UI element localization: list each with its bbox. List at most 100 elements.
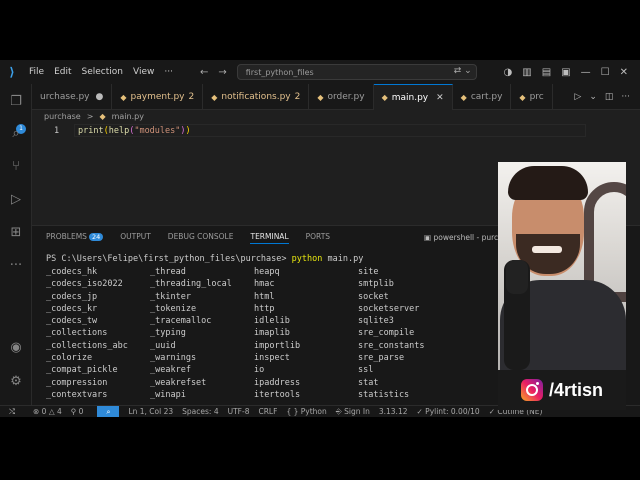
tab-notifications[interactable]: ◆ notifications.py 2 bbox=[203, 84, 310, 110]
python-version[interactable]: 3.13.12 bbox=[379, 407, 408, 416]
module-name: site bbox=[358, 267, 379, 277]
back-arrow-icon[interactable]: ← bbox=[200, 67, 208, 78]
terminal-instance[interactable]: ▣ powershell - purch bbox=[424, 233, 503, 242]
indentation[interactable]: Spaces: 4 bbox=[182, 407, 218, 416]
tab-order[interactable]: ◆ order.py bbox=[309, 84, 374, 110]
more-views-icon[interactable]: ··· bbox=[8, 258, 24, 274]
problems-status[interactable]: ⊗ 0 △ 4 bbox=[33, 407, 62, 416]
explorer-icon[interactable]: ❐ bbox=[8, 94, 24, 110]
breadcrumb-file[interactable]: main.py bbox=[112, 112, 144, 121]
module-name: _codecs_hk bbox=[46, 267, 98, 277]
line-ending[interactable]: CRLF bbox=[258, 407, 277, 416]
module-name: heapq bbox=[254, 267, 280, 277]
sidebar-toggle-icon[interactable]: ▣ bbox=[561, 67, 570, 78]
module-name: socket bbox=[358, 291, 389, 302]
panel-toggle-icon[interactable]: ▤ bbox=[542, 67, 551, 78]
maximize-icon[interactable]: ☐ bbox=[601, 67, 610, 78]
forward-arrow-icon[interactable]: → bbox=[218, 67, 226, 78]
tab-output[interactable]: OUTPUT bbox=[120, 232, 151, 244]
tab-cart[interactable]: ◆ cart.py bbox=[453, 84, 512, 110]
menu-more-icon[interactable]: ··· bbox=[159, 60, 178, 84]
menu-edit[interactable]: Edit bbox=[49, 60, 76, 84]
module-name: _tokenize bbox=[150, 303, 197, 314]
person-hair bbox=[508, 166, 588, 200]
tab-ports[interactable]: PORTS bbox=[306, 232, 330, 244]
settings-gear-icon[interactable]: ⚙ bbox=[8, 374, 24, 390]
account-icon[interactable]: ◉ bbox=[8, 340, 24, 356]
module-name: socketserver bbox=[358, 303, 420, 314]
window-controls: ◑ ▥ ▤ ▣ — ☐ ✕ bbox=[504, 60, 640, 84]
command-center-search[interactable]: first_python_files ⇄ ⌄ bbox=[236, 64, 477, 80]
search-text: first_python_files bbox=[245, 67, 314, 77]
cursor-position[interactable]: Ln 1, Col 23 bbox=[128, 407, 173, 416]
tab-main[interactable]: ◆ main.py ✕ bbox=[373, 84, 453, 110]
module-name: stat bbox=[358, 377, 379, 388]
menu-file[interactable]: File bbox=[24, 60, 49, 84]
module-name: ipaddress bbox=[254, 377, 301, 388]
minimize-icon[interactable]: — bbox=[581, 67, 591, 78]
module-name: _codecs_iso2022 bbox=[46, 279, 123, 290]
menu-bar: File Edit Selection View ··· bbox=[24, 60, 178, 84]
remote-icon[interactable]: ⤭ bbox=[0, 405, 24, 417]
extensions-icon[interactable]: ⊞ bbox=[8, 225, 24, 241]
module-list: _codecs_hk _thread heapq site _codecs_iso202… bbox=[46, 266, 506, 401]
tab-problems[interactable]: PROBLEMS 24 bbox=[46, 232, 104, 244]
breadcrumb-separator: > bbox=[86, 112, 94, 121]
module-name: inspect bbox=[254, 353, 290, 364]
python-file-icon: ◆ bbox=[460, 92, 467, 102]
code-line[interactable]: print(help("modules")) bbox=[78, 126, 191, 136]
webcam-video bbox=[498, 162, 626, 370]
module-name: _uuid bbox=[150, 340, 176, 351]
split-editor-icon[interactable]: ◫ bbox=[605, 92, 614, 102]
module-name: _thread bbox=[150, 267, 186, 277]
module-name: http bbox=[254, 303, 275, 314]
letterbox-bottom bbox=[0, 417, 640, 480]
tab-debug-console[interactable]: DEBUG CONSOLE bbox=[168, 232, 234, 244]
menu-selection[interactable]: Selection bbox=[77, 60, 128, 84]
tab-payment[interactable]: ◆ payment.py 2 bbox=[112, 84, 204, 110]
more-actions-icon[interactable]: ··· bbox=[621, 92, 630, 102]
module-name: _tracemalloc bbox=[150, 316, 212, 327]
tab-terminal[interactable]: TERMINAL bbox=[250, 232, 289, 244]
menu-view[interactable]: View bbox=[128, 60, 159, 84]
sign-in[interactable]: ⎆ Sign In bbox=[336, 407, 370, 417]
tab-purchase[interactable]: urchase.py ● bbox=[32, 84, 113, 110]
close-icon[interactable]: ✕ bbox=[620, 67, 628, 78]
tab-prc[interactable]: ◆ prc bbox=[511, 84, 553, 110]
module-name: _collections_abc bbox=[46, 340, 128, 351]
module-name: _compression bbox=[46, 377, 108, 388]
breadcrumb-folder[interactable]: purchase bbox=[44, 112, 81, 121]
chat-icon[interactable]: ⇄ ⌄ bbox=[454, 66, 472, 76]
module-name: _typing bbox=[150, 328, 186, 339]
module-name: _collections bbox=[46, 328, 108, 339]
microphone bbox=[504, 260, 530, 370]
module-name: itertools bbox=[254, 389, 301, 400]
module-name: _winapi bbox=[150, 389, 186, 400]
python-file-icon: ◆ bbox=[99, 112, 106, 121]
breadcrumb: purchase > ◆ main.py bbox=[44, 112, 144, 121]
tab-close-icon[interactable]: ✕ bbox=[436, 93, 444, 103]
module-name: io bbox=[254, 365, 265, 376]
run-dropdown-icon[interactable]: ⌄ bbox=[589, 92, 597, 102]
line-number: 1 bbox=[54, 126, 60, 136]
module-name: sre_compile bbox=[358, 328, 415, 339]
ports-status[interactable]: ⚲ 0 bbox=[71, 407, 84, 416]
vscode-logo-icon: ⟩ bbox=[9, 65, 15, 79]
copilot-icon[interactable]: ◑ bbox=[504, 67, 513, 78]
person-smile bbox=[532, 246, 562, 253]
panel-tabs: PROBLEMS 24 OUTPUT DEBUG CONSOLE TERMINAL… bbox=[46, 232, 330, 244]
module-name: _codecs_kr bbox=[46, 303, 98, 314]
source-control-icon[interactable]: ⑂ bbox=[8, 159, 24, 175]
run-file-icon[interactable]: ▷ bbox=[574, 92, 581, 102]
search-icon[interactable]: ⌕ bbox=[8, 126, 24, 142]
module-name: _colorize bbox=[46, 353, 93, 364]
language-mode[interactable]: { } Python bbox=[286, 407, 326, 416]
module-name: _contextvars bbox=[46, 389, 108, 400]
layout-icon[interactable]: ▥ bbox=[522, 67, 531, 78]
terminal-output[interactable]: PS C:\Users\Felipe\first_python_files\pu… bbox=[46, 254, 506, 401]
zoom-icon[interactable]: ⌕ bbox=[97, 405, 120, 417]
encoding[interactable]: UTF-8 bbox=[228, 407, 250, 416]
module-name: _weakrefset bbox=[150, 377, 207, 388]
run-debug-icon[interactable]: ▷ bbox=[8, 192, 24, 208]
pylint-status[interactable]: ✓ Pylint: 0.00/10 bbox=[417, 407, 480, 416]
